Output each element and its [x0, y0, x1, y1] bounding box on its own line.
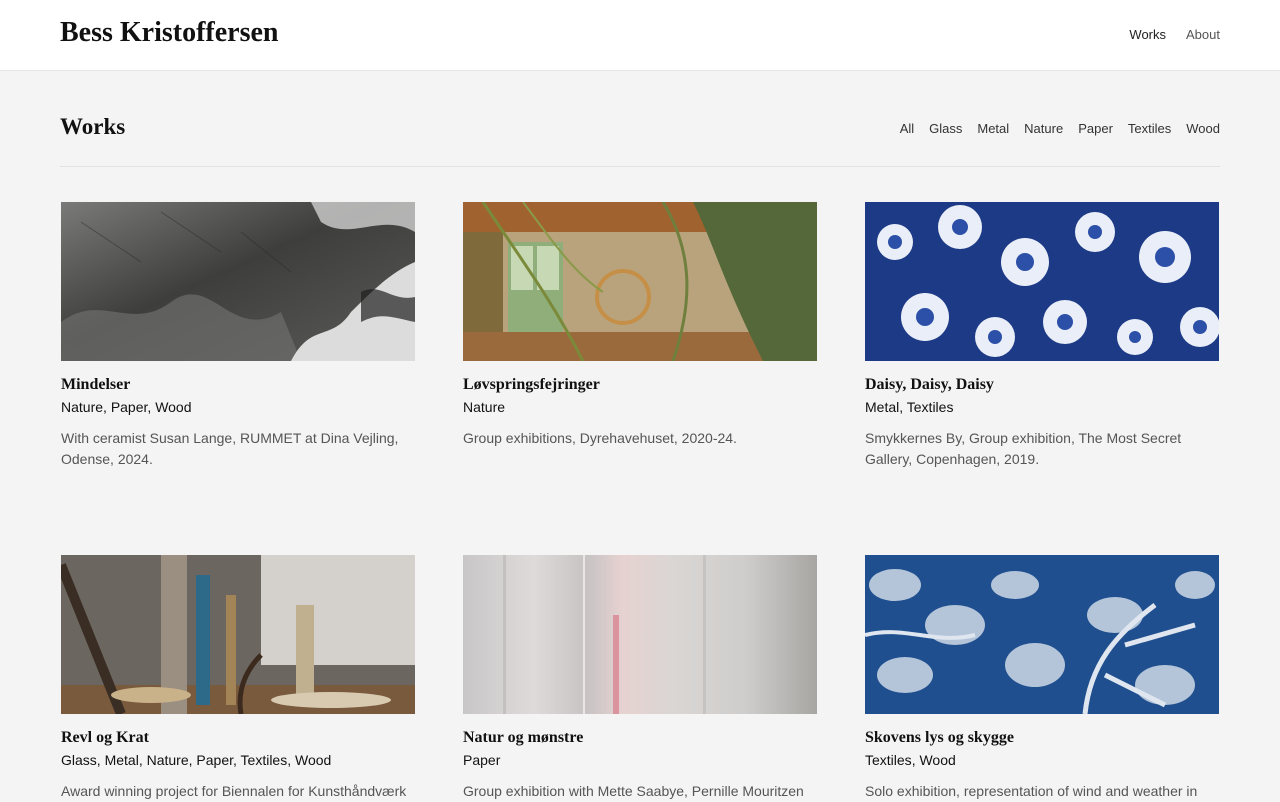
work-card-lovspringsfejringer: Løvspringsfejringer Nature Group exhibit…	[463, 202, 817, 449]
work-image-revl-og-krat[interactable]	[61, 555, 415, 714]
work-image-daisy[interactable]	[865, 202, 1219, 361]
work-description: Award winning project for Biennalen for …	[61, 783, 407, 799]
filter-wood[interactable]: Wood	[1186, 121, 1220, 136]
header-divider	[60, 166, 1220, 167]
work-title[interactable]: Mindelser	[61, 376, 415, 394]
tag-link[interactable]: Paper	[463, 752, 500, 768]
work-tags: Metal, Textiles	[865, 399, 954, 415]
work-image-skovens-lys[interactable]	[865, 555, 1219, 714]
tag-link[interactable]: Glass	[61, 752, 97, 768]
nav-works-link[interactable]: Works	[1129, 27, 1166, 42]
tag-link[interactable]: Textiles	[907, 399, 954, 415]
filter-all[interactable]: All	[900, 121, 914, 136]
tag-link[interactable]: Textiles	[865, 752, 912, 768]
work-title[interactable]: Løvspringsfejringer	[463, 376, 817, 394]
work-card-natur-og-monstre: Natur og mønstre Paper Group exhibition …	[463, 555, 817, 802]
site-header: Bess Kristoffersen Works About	[0, 0, 1280, 71]
work-description: Solo exhibition, representation of wind …	[865, 783, 1198, 799]
nav-about-link[interactable]: About	[1186, 27, 1220, 42]
filter-paper[interactable]: Paper	[1078, 121, 1113, 136]
work-card-mindelser: Mindelser Nature, Paper, Wood With ceram…	[61, 202, 415, 470]
filter-textiles[interactable]: Textiles	[1128, 121, 1171, 136]
work-card-skovens-lys: Skovens lys og skygge Textiles, Wood Sol…	[865, 555, 1219, 802]
tag-link[interactable]: Nature	[147, 752, 189, 768]
work-image-lovspringsfejringer[interactable]	[463, 202, 817, 361]
filter-metal[interactable]: Metal	[977, 121, 1009, 136]
work-tags: Nature	[463, 399, 817, 415]
work-image-natur-og-monstre[interactable]	[463, 555, 817, 714]
work-title[interactable]: Revl og Krat	[61, 729, 415, 747]
work-description: Group exhibition with Mette Saabye, Pern…	[463, 783, 804, 799]
site-title[interactable]: Bess Kristoffersen	[60, 17, 279, 49]
tag-link[interactable]: Nature	[61, 399, 103, 415]
filter-glass[interactable]: Glass	[929, 121, 962, 136]
work-card-daisy: Daisy, Daisy, Daisy Metal, Textiles Smyk…	[865, 202, 1219, 470]
work-description: Group exhibitions, Dyrehavehuset, 2020-2…	[463, 430, 737, 446]
tag-link[interactable]: Wood	[155, 399, 191, 415]
work-tags: Glass, Metal, Nature, Paper, Textiles, W…	[61, 752, 332, 768]
work-tags: Paper	[463, 752, 817, 768]
page-title: Works	[60, 114, 126, 139]
work-image-mindelser[interactable]	[61, 202, 415, 361]
work-card-revl-og-krat: Revl og Krat Glass, Metal, Nature, Paper…	[61, 555, 415, 802]
tag-link[interactable]: Paper	[111, 399, 148, 415]
work-tags: Textiles, Wood	[865, 752, 956, 768]
tag-link[interactable]: Wood	[295, 752, 331, 768]
filter-nature[interactable]: Nature	[1024, 121, 1063, 136]
tag-link[interactable]: Wood	[919, 752, 955, 768]
main-nav: Works About	[1129, 27, 1220, 42]
work-tags: Nature, Paper, Wood	[61, 399, 192, 415]
tag-link[interactable]: Metal	[865, 399, 899, 415]
work-title[interactable]: Daisy, Daisy, Daisy	[865, 376, 1219, 394]
work-title[interactable]: Natur og mønstre	[463, 729, 817, 747]
tag-link[interactable]: Textiles	[241, 752, 288, 768]
tag-link[interactable]: Metal	[105, 752, 139, 768]
tag-link[interactable]: Paper	[196, 752, 233, 768]
category-filter: All Glass Metal Nature Paper Textiles Wo…	[900, 121, 1220, 136]
tag-link[interactable]: Nature	[463, 399, 505, 415]
work-title[interactable]: Skovens lys og skygge	[865, 729, 1219, 747]
work-description: Smykkernes By, Group exhibition, The Mos…	[865, 430, 1182, 467]
work-description: With ceramist Susan Lange, RUMMET at Din…	[61, 430, 399, 467]
